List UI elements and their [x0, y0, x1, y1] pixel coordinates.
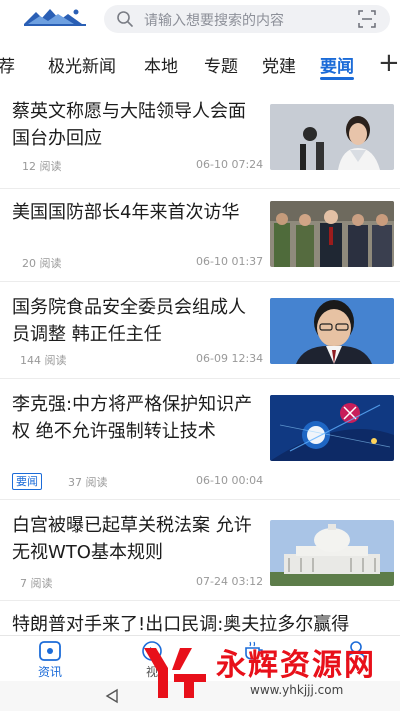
- header-bar: 请输入想要搜索的内容: [0, 0, 400, 40]
- app-logo[interactable]: [22, 6, 90, 28]
- news-time: 06-10 07:24: [196, 158, 264, 171]
- news-title[interactable]: 白宫被曝已起草关税法案 允许无视WTO基本规则: [12, 512, 262, 566]
- news-thumbnail[interactable]: [270, 298, 394, 364]
- thumbnail-image: [270, 104, 394, 170]
- news-reads: 7 阅读: [20, 577, 53, 590]
- news-icon: [39, 641, 61, 661]
- news-item[interactable]: 国务院食品安全委员会组成人员调整 韩正任主任 144 阅读 06-09 12:3…: [0, 282, 400, 378]
- news-item[interactable]: 李克强:中方将严格保护知识产权 绝不允许强制转让技术 要闻 37 阅读 06-1…: [0, 379, 400, 499]
- news-time: 06-09 12:34: [196, 352, 264, 365]
- news-item[interactable]: 美国国防部长4年来首次访华 20 阅读 06-10 01:37: [0, 189, 400, 281]
- news-reads: 37 阅读: [68, 476, 108, 489]
- news-title[interactable]: 蔡英文称愿与大陆领导人会面 国台办回应: [12, 98, 262, 152]
- news-title[interactable]: 美国国防部长4年来首次访华: [12, 199, 262, 226]
- news-item[interactable]: 蔡英文称愿与大陆领导人会面 国台办回应 12 阅读 06-10 07:24: [0, 92, 400, 188]
- news-badge: 要闻: [12, 473, 42, 490]
- news-time: 06-10 00:04: [196, 474, 264, 487]
- news-time: 07-24 03:12: [196, 575, 264, 588]
- watermark-url: www.yhkjjj.com: [250, 683, 344, 697]
- nav-news-label: 资讯: [37, 665, 62, 679]
- search-icon: [117, 11, 133, 27]
- tab-local[interactable]: 本地: [144, 52, 178, 77]
- news-reads: 12 阅读: [22, 160, 62, 173]
- back-triangle-icon[interactable]: [104, 688, 120, 704]
- news-item[interactable]: 白宫被曝已起草关税法案 允许无视WTO基本规则 7 阅读 07-24 03:12: [0, 500, 400, 600]
- active-tab-indicator: [320, 77, 354, 80]
- scan-icon[interactable]: [358, 10, 376, 28]
- thumbnail-image: [270, 201, 394, 267]
- tab-aurora-news[interactable]: 极光新闻: [48, 52, 116, 77]
- watermark-text: 永辉资源网: [216, 648, 376, 683]
- thumbnail-image: [270, 298, 394, 364]
- news-title[interactable]: 国务院食品安全委员会组成人员调整 韩正任主任: [12, 294, 262, 348]
- tab-headlines[interactable]: 要闻: [320, 52, 354, 77]
- tab-party-building[interactable]: 党建: [262, 52, 296, 77]
- news-reads: 144 阅读: [20, 354, 67, 367]
- news-thumbnail[interactable]: [270, 104, 394, 170]
- news-item[interactable]: 特朗普对手来了!出口民调:奥夫拉多尔赢得: [0, 601, 400, 635]
- aurora-landscape-logo-icon: [24, 9, 86, 26]
- tab-special[interactable]: 专题: [204, 52, 238, 77]
- category-tabs: 荐 极光新闻 本地 专题 党建 要闻 +: [0, 40, 400, 90]
- thumbnail-image: [270, 520, 394, 586]
- tab-recommend[interactable]: 荐: [0, 52, 15, 77]
- watermark: 永辉资源网 www.yhkjjj.com: [140, 640, 398, 704]
- search-input[interactable]: 请输入想要搜索的内容: [144, 10, 284, 30]
- news-title[interactable]: 特朗普对手来了!出口民调:奥夫拉多尔赢得: [12, 611, 392, 635]
- news-reads: 20 阅读: [22, 257, 62, 270]
- tabs-fade: [354, 40, 378, 90]
- news-title[interactable]: 李克强:中方将严格保护知识产权 绝不允许强制转让技术: [12, 391, 262, 445]
- news-thumbnail[interactable]: [270, 395, 394, 461]
- news-time: 06-10 01:37: [196, 255, 264, 268]
- add-channel-button[interactable]: +: [378, 48, 400, 78]
- nav-news[interactable]: 资讯: [20, 636, 80, 682]
- thumbnail-image: [270, 395, 394, 461]
- watermark-logo-icon: [144, 648, 206, 698]
- news-thumbnail[interactable]: [270, 201, 394, 267]
- news-thumbnail[interactable]: [270, 520, 394, 586]
- search-bar[interactable]: 请输入想要搜索的内容: [104, 5, 390, 33]
